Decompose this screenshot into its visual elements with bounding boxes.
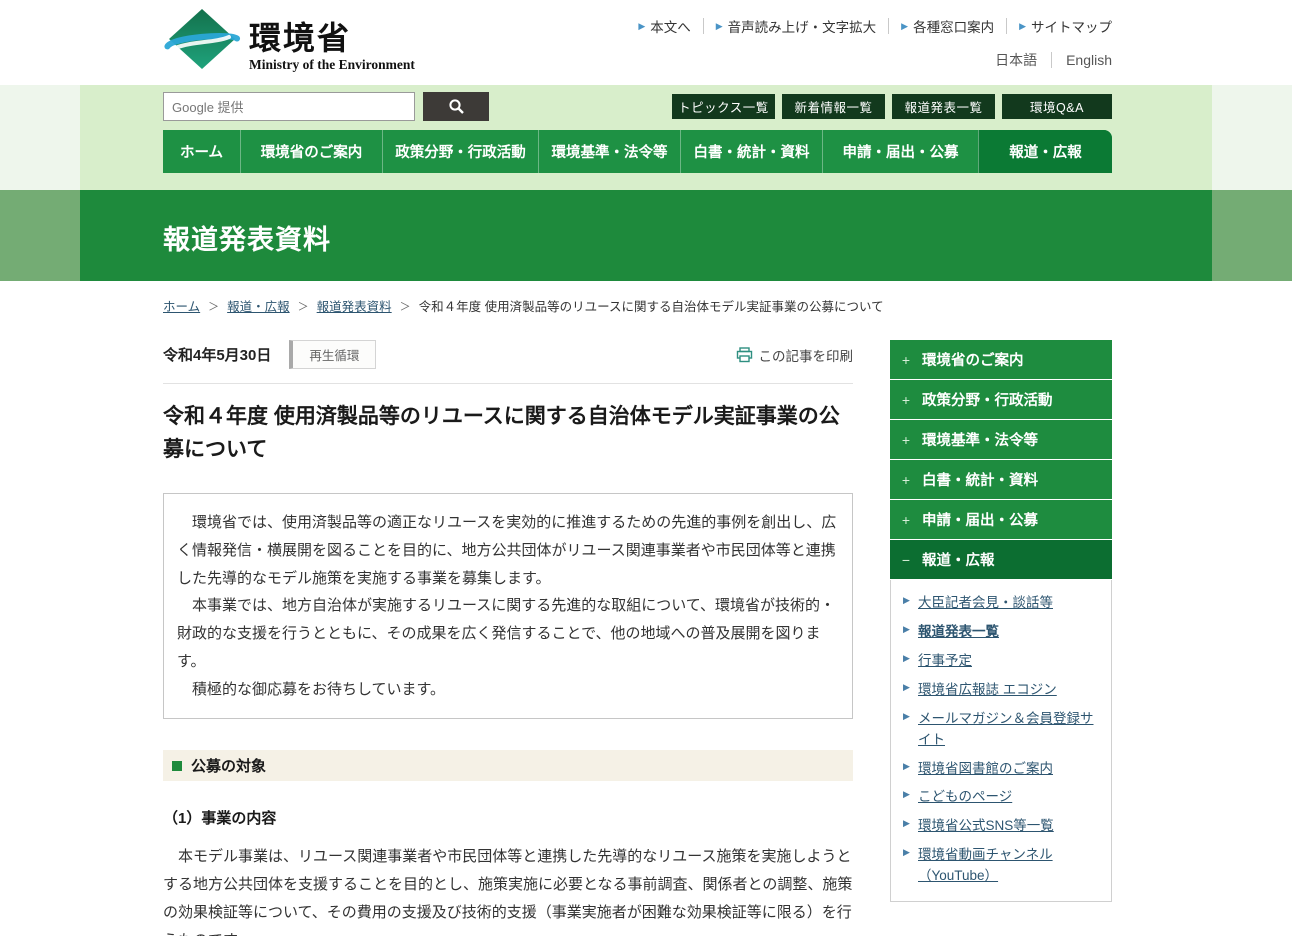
contact-guide-link[interactable]: ▶各種窓口案内 xyxy=(901,16,994,36)
sidebar-item-application-koubo[interactable]: + 申請・届出・公募 xyxy=(890,500,1112,540)
quick-link-whats-new[interactable]: 新着情報一覧 xyxy=(782,94,885,119)
article-title: 令和４年度 使用済製品等のリユースに関する自治体モデル実証事業の公募について xyxy=(163,401,853,466)
plus-icon: + xyxy=(900,392,912,408)
ministry-logo[interactable]: 環境省 Ministry of the Environment xyxy=(163,8,415,74)
breadcrumb: ホーム ＞ 報道・広報 ＞ 報道発表資料 ＞ 令和４年度 使用済製品等のリユース… xyxy=(163,296,1112,315)
sidebar: + 環境省のご案内 + 政策分野・行政活動 + 環境基準・法令等 + 白書・統計… xyxy=(890,340,1112,902)
nav-item-policy-activities[interactable]: 政策分野・行政活動 xyxy=(382,130,538,173)
triangle-icon: ▶ xyxy=(903,596,910,605)
sidebar-sublink-kids-page[interactable]: ▶こどものページ xyxy=(901,787,1101,808)
band-outer: トピックス一覧 新着情報一覧 報道発表一覧 環境Q&A ホーム 環境省のご案内 … xyxy=(0,85,1292,190)
main-nav: ホーム 環境省のご案内 政策分野・行政活動 環境基準・法令等 白書・統計・資料 … xyxy=(163,130,1112,173)
category-tag[interactable]: 再生循環 xyxy=(289,340,376,369)
sidebar-item-standards-laws[interactable]: + 環境基準・法令等 xyxy=(890,420,1112,460)
intro-box: 環境省では、使用済製品等の適正なリユースを実効的に推進するための先進的事例を創出… xyxy=(163,493,853,719)
triangle-icon: ▶ xyxy=(903,848,910,857)
divider xyxy=(1051,52,1052,68)
sidebar-sublink-official-sns[interactable]: ▶環境省公式SNS等一覧 xyxy=(901,816,1101,837)
minus-icon: − xyxy=(900,552,912,568)
lang-ja-link[interactable]: 日本語 xyxy=(995,50,1037,70)
sidebar-sublink-mailmagazine[interactable]: ▶メールマガジン＆会員登録サイト xyxy=(901,709,1101,751)
sidebar-item-press-pr[interactable]: − 報道・広報 xyxy=(890,540,1112,580)
sidebar-item-whitepaper-statistics[interactable]: + 白書・統計・資料 xyxy=(890,460,1112,500)
triangle-icon: ▶ xyxy=(903,762,910,771)
quick-link-press-releases[interactable]: 報道発表一覧 xyxy=(892,94,995,119)
triangle-icon: ▶ xyxy=(903,683,910,692)
search-icon xyxy=(448,98,465,115)
intro-paragraph: 環境省では、使用済製品等の適正なリユースを実効的に推進するための先進的事例を創出… xyxy=(177,509,839,592)
nav-item-press-pr[interactable]: 報道・広報 xyxy=(978,130,1112,173)
utility-links: ▶本文へ ▶音声読み上げ・文字拡大 ▶各種窓口案内 ▶サイトマップ xyxy=(638,16,1112,36)
sidebar-sublink-library[interactable]: ▶環境省図書館のご案内 xyxy=(901,759,1101,780)
breadcrumb-separator: ＞ xyxy=(208,298,219,314)
triangle-icon: ▶ xyxy=(1019,22,1026,31)
sidebar-sublink-press-releases[interactable]: ▶報道発表一覧 xyxy=(901,622,1101,643)
triangle-icon: ▶ xyxy=(903,790,910,799)
intro-paragraph: 積極的な御応募をお待ちしています。 xyxy=(177,676,839,704)
search-input[interactable] xyxy=(163,92,415,121)
triangle-icon: ▶ xyxy=(903,654,910,663)
language-switch: 日本語 English xyxy=(638,50,1112,70)
nav-item-application-koubo[interactable]: 申請・届出・公募 xyxy=(822,130,978,173)
nav-item-whitepaper-statistics[interactable]: 白書・統計・資料 xyxy=(680,130,822,173)
square-bullet-icon xyxy=(172,761,182,771)
section-heading: 公募の対象 xyxy=(191,755,266,776)
nav-item-home[interactable]: ホーム xyxy=(163,130,240,173)
section-heading-bar: 公募の対象 xyxy=(163,750,853,781)
logo-title: 環境省 xyxy=(249,22,415,54)
divider xyxy=(703,18,704,34)
plus-icon: + xyxy=(900,512,912,528)
text-to-speech-link[interactable]: ▶音声読み上げ・文字拡大 xyxy=(716,16,876,36)
triangle-icon: ▶ xyxy=(901,22,908,31)
triangle-icon: ▶ xyxy=(716,22,723,31)
nav-item-about-ministry[interactable]: 環境省のご案内 xyxy=(240,130,382,173)
quick-links: トピックス一覧 新着情報一覧 報道発表一覧 環境Q&A xyxy=(672,94,1112,119)
page-banner-outer: 報道発表資料 xyxy=(0,190,1292,281)
breadcrumb-link-press-pr[interactable]: 報道・広報 xyxy=(227,296,290,315)
breadcrumb-link-press-releases[interactable]: 報道発表資料 xyxy=(317,296,392,315)
lang-en-link[interactable]: English xyxy=(1066,52,1112,68)
intro-paragraph: 本事業では、地方自治体が実施するリユースに関する先進的な取組について、環境省が技… xyxy=(177,592,839,675)
sitemap-link[interactable]: ▶サイトマップ xyxy=(1019,16,1112,36)
plus-icon: + xyxy=(900,432,912,448)
top-header: 環境省 Ministry of the Environment ▶本文へ ▶音声… xyxy=(0,0,1292,85)
plus-icon: + xyxy=(900,472,912,488)
sidebar-sublink-minister-press-conference[interactable]: ▶大臣記者会見・談話等 xyxy=(901,593,1101,614)
breadcrumb-current: 令和４年度 使用済製品等のリユースに関する自治体モデル実証事業の公募について xyxy=(419,296,884,315)
print-link[interactable]: この記事を印刷 xyxy=(736,345,854,365)
nav-item-standards-laws[interactable]: 環境基準・法令等 xyxy=(538,130,680,173)
skip-to-content-link[interactable]: ▶本文へ xyxy=(638,16,690,36)
sidebar-item-about-ministry[interactable]: + 環境省のご案内 xyxy=(890,340,1112,380)
triangle-icon: ▶ xyxy=(903,819,910,828)
body-paragraph: 本モデル事業は、リユース関連事業者や市民団体等と連携した先導的なリユース施策を実… xyxy=(163,843,853,936)
divider xyxy=(888,18,889,34)
triangle-icon: ▶ xyxy=(903,712,910,721)
sidebar-sublink-events[interactable]: ▶行事予定 xyxy=(901,651,1101,672)
search-button[interactable] xyxy=(423,92,489,121)
quick-link-env-qa[interactable]: 環境Q&A xyxy=(1002,94,1112,119)
breadcrumb-separator: ＞ xyxy=(400,298,411,314)
article-date: 令和4年5月30日 xyxy=(163,344,271,365)
subsection-heading: （1）事業の内容 xyxy=(163,807,853,828)
triangle-icon: ▶ xyxy=(903,625,910,634)
quick-link-topics[interactable]: トピックス一覧 xyxy=(672,94,775,119)
breadcrumb-link-home[interactable]: ホーム xyxy=(163,296,200,315)
plus-icon: + xyxy=(900,352,912,368)
triangle-icon: ▶ xyxy=(638,22,645,31)
sidebar-item-policy-activities[interactable]: + 政策分野・行政活動 xyxy=(890,380,1112,420)
sidebar-sublink-ecojin[interactable]: ▶環境省広報誌 エコジン xyxy=(901,680,1101,701)
page-banner-title: 報道発表資料 xyxy=(163,218,1112,257)
sidebar-sublinks: ▶大臣記者会見・談話等 ▶報道発表一覧 ▶行事予定 ▶環境省広報誌 エコジン ▶… xyxy=(890,580,1112,902)
printer-icon xyxy=(736,347,753,363)
ministry-logo-icon xyxy=(163,8,241,74)
breadcrumb-separator: ＞ xyxy=(298,298,309,314)
logo-subtitle: Ministry of the Environment xyxy=(249,57,415,73)
divider xyxy=(1006,18,1007,34)
article: 令和4年5月30日 再生循環 この記事を印刷 令和４年度 使用済製品等のリユース… xyxy=(163,340,853,936)
sidebar-sublink-youtube-channel[interactable]: ▶環境省動画チャンネル（YouTube） xyxy=(901,845,1101,887)
